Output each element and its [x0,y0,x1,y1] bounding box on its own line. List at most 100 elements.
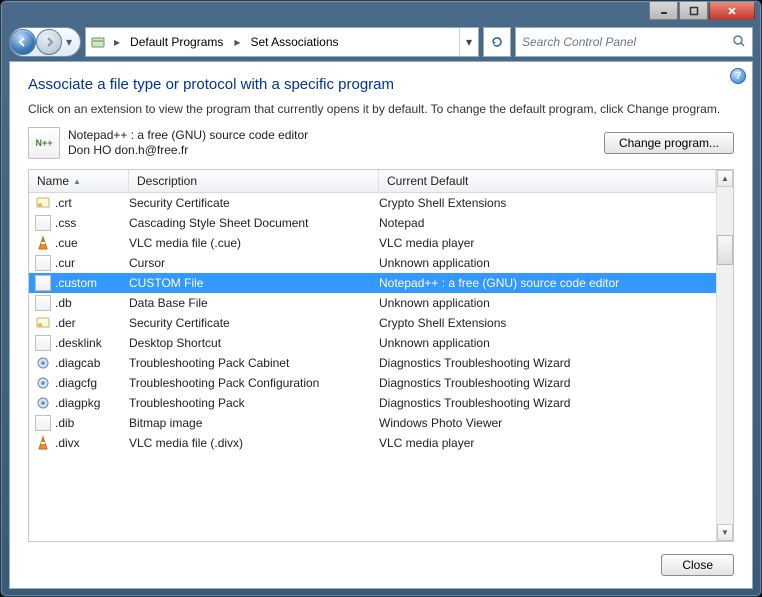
table-row[interactable]: .divx VLC media file (.divx)VLC media pla… [29,433,716,453]
gear-icon [35,395,51,411]
refresh-button[interactable] [483,27,511,57]
footer: Close [28,554,734,576]
selected-program-row: N++ Notepad++ : a free (GNU) source code… [28,127,734,159]
change-program-button[interactable]: Change program... [604,132,734,154]
file-extension: .diagpkg [55,396,100,410]
associations-list: Name ▲ Description Current Default .crt S… [28,169,734,542]
window-controls [649,2,755,20]
file-default: VLC media player [379,436,716,450]
page-description: Click on an extension to view the progra… [28,101,734,117]
close-window-button[interactable] [709,2,755,20]
breadcrumb-item-1[interactable]: Set Associations [244,28,345,56]
table-row[interactable]: .css Cascading Style Sheet DocumentNotepa… [29,213,716,233]
minimize-button[interactable] [649,2,678,20]
file-description: Security Certificate [129,196,379,210]
list-view: Name ▲ Description Current Default .crt S… [29,170,716,541]
table-row[interactable]: .curCursorUnknown application [29,253,716,273]
column-description[interactable]: Description [129,170,379,192]
close-button[interactable]: Close [661,554,734,576]
file-description: Bitmap image [129,416,379,430]
page-title: Associate a file type or protocol with a… [28,76,734,93]
table-row[interactable]: .db Data Base FileUnknown application [29,293,716,313]
file-description: VLC media file (.divx) [129,436,379,450]
file-extension: .diagcab [55,356,100,370]
file-default: Diagnostics Troubleshooting Wizard [379,376,716,390]
scroll-track[interactable] [717,187,733,524]
file-default: Windows Photo Viewer [379,416,716,430]
file-extension: .css [55,216,76,230]
file-default: Notepad++ : a free (GNU) source code edi… [379,276,716,290]
search-input[interactable]: Search Control Panel [515,27,753,57]
history-dropdown[interactable]: ▾ [62,35,76,49]
back-button[interactable] [10,29,36,55]
scroll-thumb[interactable] [717,235,733,265]
file-default: Unknown application [379,256,716,270]
file-extension: .cue [55,236,78,250]
table-row[interactable]: .diagcabTroubleshooting Pack CabinetDiag… [29,353,716,373]
table-row[interactable]: .custom CUSTOM FileNotepad++ : a free (GN… [29,273,716,293]
window-frame: ▾ ▸ Default Programs ▸ Set Associations … [0,0,762,597]
file-description: Troubleshooting Pack Cabinet [129,356,379,370]
column-name[interactable]: Name ▲ [29,170,129,192]
vertical-scrollbar[interactable]: ▲ ▼ [716,170,733,541]
file-description: CUSTOM File [129,276,379,290]
table-row[interactable]: .diagcfg Troubleshooting Pack Configurati… [29,373,716,393]
file-default: Unknown application [379,336,716,350]
sort-ascending-icon: ▲ [73,177,81,186]
help-icon[interactable]: ? [730,68,746,84]
breadcrumb: ▸ Default Programs ▸ Set Associations ▾ [85,27,479,57]
gear-icon [35,375,51,391]
file-extension: .divx [55,436,80,450]
file-extension: .dib [55,416,74,430]
gear-icon [35,355,51,371]
file-extension: .der [55,316,76,330]
table-row[interactable]: .cue VLC media file (.cue)VLC media playe… [29,233,716,253]
search-icon [732,34,746,51]
selected-program-publisher: Don HO don.h@free.fr [68,143,308,159]
scroll-down-button[interactable]: ▼ [717,524,733,541]
chevron-right-icon[interactable]: ▸ [230,28,244,56]
chevron-right-icon[interactable]: ▸ [110,28,124,56]
breadcrumb-dropdown[interactable]: ▾ [459,28,478,56]
file-extension: .desklink [55,336,102,350]
table-row[interactable]: .der Security CertificateCrypto Shell Ext… [29,313,716,333]
file-default: Unknown application [379,296,716,310]
table-row[interactable]: .crt Security CertificateCrypto Shell Ext… [29,193,716,213]
file-extension: .db [55,296,72,310]
file-default: VLC media player [379,236,716,250]
table-row[interactable]: .desklink Desktop ShortcutUnknown applica… [29,333,716,353]
file-description: Troubleshooting Pack [129,396,379,410]
file-extension: .crt [55,196,72,210]
page-icon [35,415,51,431]
breadcrumb-root-icon[interactable] [86,28,110,56]
file-description: Troubleshooting Pack Configuration [129,376,379,390]
column-default[interactable]: Current Default [379,170,716,192]
content-pane: ? Associate a file type or protocol with… [9,61,753,589]
search-placeholder: Search Control Panel [522,35,636,49]
forward-button[interactable] [36,29,62,55]
file-description: Cascading Style Sheet Document [129,216,379,230]
table-row[interactable]: .dib Bitmap imageWindows Photo Viewer [29,413,716,433]
table-row[interactable]: .diagpkgTroubleshooting PackDiagnostics … [29,393,716,413]
selected-program-text: Notepad++ : a free (GNU) source code edi… [68,128,308,159]
breadcrumb-item-0[interactable]: Default Programs [124,28,230,56]
file-extension: .diagcfg [55,376,97,390]
scroll-up-button[interactable]: ▲ [717,170,733,187]
file-default: Crypto Shell Extensions [379,196,716,210]
file-default: Notepad [379,216,716,230]
file-description: VLC media file (.cue) [129,236,379,250]
navigation-bar: ▾ ▸ Default Programs ▸ Set Associations … [9,27,753,57]
page-icon [35,275,51,291]
file-extension: .custom [55,276,97,290]
page-icon [35,255,51,271]
file-description: Data Base File [129,296,379,310]
page-icon [35,215,51,231]
file-default: Crypto Shell Extensions [379,316,716,330]
maximize-button[interactable] [679,2,708,20]
cert-icon [35,315,51,331]
notepad-plus-plus-icon: N++ [28,127,60,159]
page-icon [35,335,51,351]
file-description: Desktop Shortcut [129,336,379,350]
file-description: Security Certificate [129,316,379,330]
file-description: Cursor [129,256,379,270]
